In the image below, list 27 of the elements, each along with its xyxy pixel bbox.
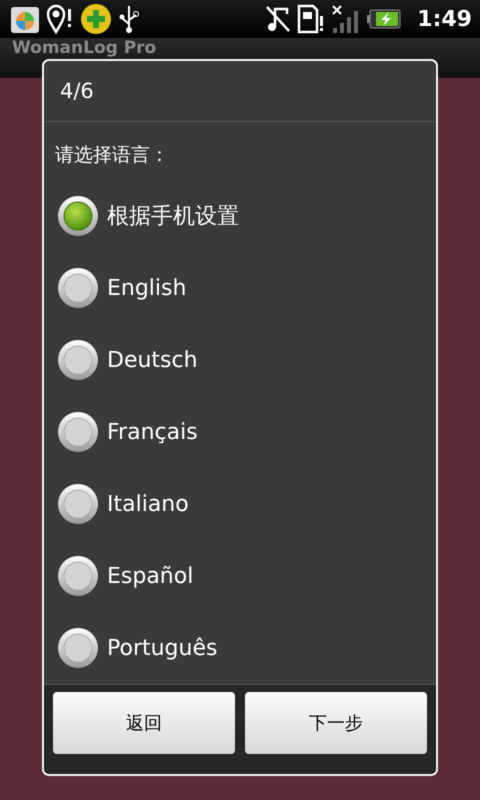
radio-button[interactable] (57, 555, 99, 597)
radio-button[interactable] (57, 483, 99, 525)
dialog-title: 4/6 (60, 79, 94, 103)
location-alert-icon (46, 4, 74, 34)
app-store-icon (10, 4, 40, 34)
sound-off-icon (265, 5, 292, 33)
clock-time: 1:49 (417, 6, 472, 32)
plus-icon (80, 3, 112, 35)
app-title: WomanLog Pro (12, 39, 156, 58)
next-button[interactable]: 下一步 (245, 692, 427, 754)
prompt-text: 请选择语言： (55, 143, 170, 168)
language-option[interactable]: Français (107, 420, 198, 444)
back-button[interactable]: 返回 (53, 692, 235, 754)
usb-icon (118, 4, 140, 34)
radio-button[interactable] (57, 411, 99, 453)
radio-button[interactable] (57, 339, 99, 381)
radio-button[interactable] (57, 267, 99, 309)
language-option[interactable]: 根据手机设置 (107, 201, 239, 231)
language-option[interactable]: Português (107, 636, 218, 660)
language-option[interactable]: Español (107, 564, 194, 588)
language-option[interactable]: Italiano (107, 492, 189, 516)
radio-button[interactable] (57, 627, 99, 669)
battery-charging-icon (367, 9, 402, 29)
sd-card-alert-icon (297, 4, 326, 34)
radio-button[interactable] (57, 195, 99, 237)
language-option[interactable]: Deutsch (107, 348, 198, 372)
language-option[interactable]: English (107, 276, 186, 300)
